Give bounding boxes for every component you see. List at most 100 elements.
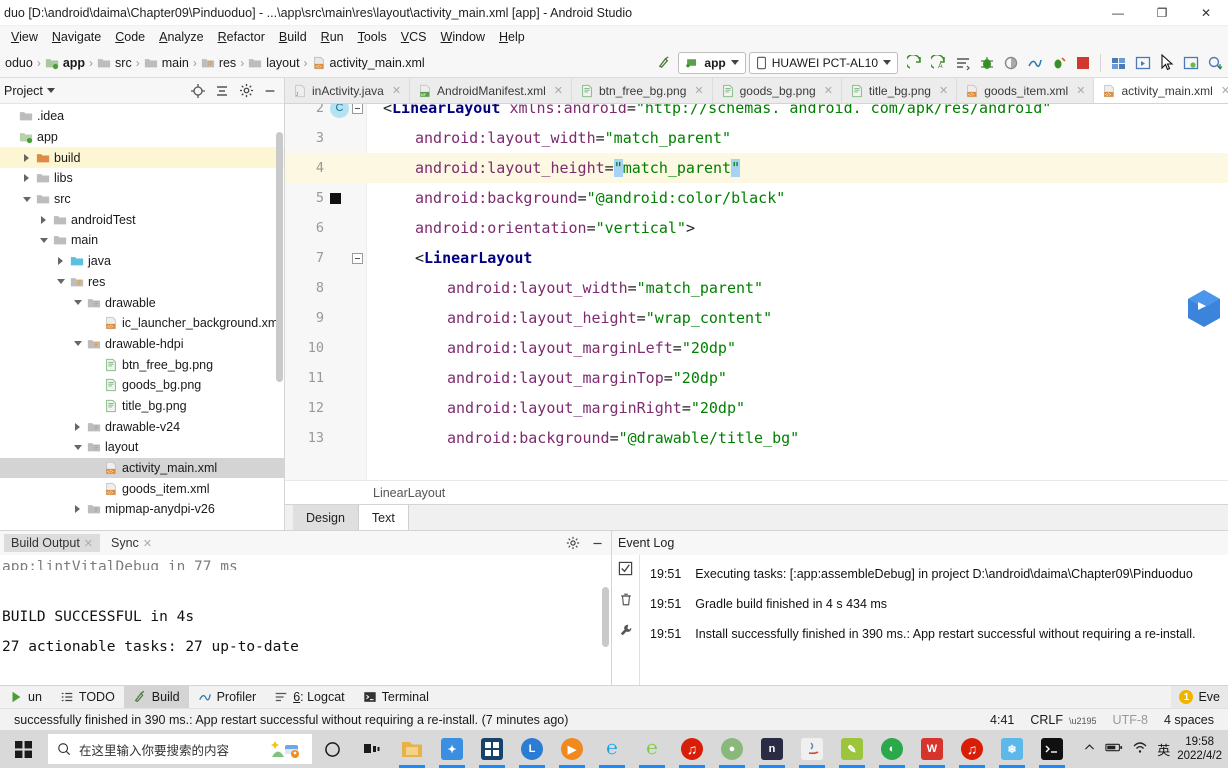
chevron-right-icon[interactable] [72, 421, 83, 432]
menu-item-navigate[interactable]: Navigate [45, 28, 108, 46]
tab-design[interactable]: Design [293, 505, 359, 530]
taskbar-picture-app-icon[interactable]: ❄ [992, 730, 1032, 768]
taskbar-file-explorer-icon[interactable] [392, 730, 432, 768]
editor-tab-goods-bg-png[interactable]: goods_bg.png ✕ [712, 78, 842, 103]
code-line-6[interactable]: android:orientation="vertical"> [367, 213, 1228, 243]
close-icon[interactable]: ✕ [1076, 84, 1085, 97]
tree-item-libs[interactable]: libs [0, 168, 284, 189]
chevron-right-icon[interactable] [55, 256, 66, 267]
editor-tab-title-bg-png[interactable]: title_bg.png ✕ [841, 78, 958, 103]
tool-window-profiler[interactable]: Profiler [189, 686, 266, 709]
make-project-icon[interactable] [654, 52, 675, 73]
black-square-icon[interactable] [330, 183, 341, 213]
tree-item-layout[interactable]: layout [0, 437, 284, 458]
taskbar-internet-explorer-icon[interactable]: ℮ [592, 730, 632, 768]
event-log-entries[interactable]: 19:51 Executing tasks: [:app:assembleDebu… [640, 555, 1228, 685]
menu-item-window[interactable]: Window [434, 28, 492, 46]
taskbar-microsoft-store-icon[interactable] [472, 730, 512, 768]
menu-item-tools[interactable]: Tools [351, 28, 394, 46]
breadcrumb-layout[interactable]: layout [245, 56, 302, 70]
settings-icon[interactable] [563, 533, 583, 553]
chevron-right-icon[interactable] [38, 214, 49, 225]
close-button[interactable]: ✕ [1184, 0, 1228, 26]
stop-icon[interactable] [1072, 52, 1093, 73]
battery-icon[interactable] [1105, 741, 1123, 757]
breadcrumb-src[interactable]: src [94, 56, 135, 70]
event-log-entry[interactable]: 19:51 Executing tasks: [:app:assembleDebu… [640, 559, 1228, 589]
bookmark-c-icon[interactable]: C [330, 104, 349, 123]
trash-icon[interactable] [619, 592, 633, 610]
layout-inspector-icon[interactable] [1108, 52, 1129, 73]
tree-item--idea[interactable]: .idea [0, 106, 284, 127]
chevron-right-icon[interactable] [21, 173, 32, 184]
ime-english-icon[interactable]: 英 [1157, 740, 1170, 759]
editor-tab-androidmanifest-xml[interactable]: MF AndroidManifest.xml ✕ [410, 78, 572, 103]
start-button[interactable] [0, 730, 46, 768]
code-line-8[interactable]: android:layout_width="match_parent" [367, 273, 1228, 303]
mark-read-icon[interactable] [618, 561, 633, 579]
taskbar-android-studio-icon[interactable]: ● [712, 730, 752, 768]
chevron-down-icon[interactable] [46, 88, 55, 93]
search-everywhere-icon[interactable] [1204, 52, 1225, 73]
breadcrumb-oduo[interactable]: oduo [2, 56, 36, 70]
code-text-area[interactable]: <LinearLayout xmlns:android="http://sche… [367, 104, 1228, 480]
build-output-text[interactable]: app:lintVitalDebug in 77 ms BUILD SUCCES… [0, 555, 611, 685]
project-panel-title[interactable]: Project [4, 84, 43, 98]
chevron-down-icon[interactable] [72, 297, 83, 308]
taskbar-browser-360-icon[interactable]: ℮ [632, 730, 672, 768]
taskbar-wps-office-icon[interactable]: W [912, 730, 952, 768]
editor-tab-btn-free-bg-png[interactable]: btn_free_bg.png ✕ [571, 78, 713, 103]
code-editor[interactable]: 2 C 3 4 5 6 7 8 9 10 11 12 13 <LinearLayout xmlns:an… [285, 104, 1228, 480]
menu-item-run[interactable]: Run [314, 28, 351, 46]
android-preview-widget-icon[interactable] [1184, 284, 1224, 346]
chevron-down-icon[interactable] [72, 338, 83, 349]
tree-item-app[interactable]: app [0, 127, 284, 148]
run-configuration-selector[interactable]: app [678, 51, 746, 74]
breadcrumb-res[interactable]: res [198, 56, 239, 70]
device-selector[interactable]: HUAWEI PCT-AL10 [748, 51, 898, 74]
taskbar-command-prompt-icon[interactable] [1032, 730, 1072, 768]
tool-window-un[interactable]: un [0, 686, 51, 709]
indent-setting[interactable]: 4 spaces [1156, 713, 1222, 727]
tree-item-build[interactable]: build [0, 147, 284, 169]
profiler-icon[interactable] [1024, 52, 1045, 73]
breadcrumb-activity-main-xml[interactable]: </> activity_main.xml [309, 56, 428, 70]
line-separator[interactable]: CRLF \u2195 [1022, 713, 1104, 727]
code-line-12[interactable]: android:layout_marginRight="20dp" [367, 393, 1228, 423]
tree-item-res[interactable]: res [0, 272, 284, 293]
taskbar-wechat-dev-icon[interactable]: ✦ [432, 730, 472, 768]
chevron-down-icon[interactable] [38, 235, 49, 246]
chevron-right-icon[interactable] [72, 504, 83, 515]
tree-item-src[interactable]: src [0, 189, 284, 210]
build-tab-build-output[interactable]: Build Output ✕ [4, 534, 101, 552]
chevron-up-icon[interactable] [1083, 741, 1096, 757]
menu-item-view[interactable]: View [4, 28, 45, 46]
tree-item-androidtest[interactable]: androidTest [0, 209, 284, 230]
code-line-13[interactable]: android:background="@drawable/title_bg" [367, 423, 1228, 453]
device-file-explorer-icon[interactable] [1132, 52, 1153, 73]
taskbar-notepad-plus-icon[interactable]: ✎ [832, 730, 872, 768]
taskbar-clock[interactable]: 19:58 2022/4/2 [1177, 735, 1228, 763]
chevron-down-icon[interactable] [55, 276, 66, 287]
fold-minus-icon[interactable] [352, 243, 363, 273]
tree-item-title-bg-png[interactable]: title_bg.png [0, 396, 284, 417]
close-icon[interactable]: ✕ [1221, 84, 1228, 97]
build-tab-sync[interactable]: Sync ✕ [104, 534, 159, 552]
settings-wrench-icon[interactable] [618, 623, 633, 641]
taskbar-netease-music-2-icon[interactable]: ♫ [952, 730, 992, 768]
taskbar-netease-music-icon[interactable]: ♫ [672, 730, 712, 768]
attach-debugger-icon[interactable] [1000, 52, 1021, 73]
editor-tab-goods-item-xml[interactable]: </> goods_item.xml ✕ [957, 78, 1095, 103]
fold-minus-icon[interactable] [352, 104, 363, 123]
code-line-7[interactable]: <LinearLayout [367, 243, 1228, 273]
chevron-down-icon[interactable] [72, 442, 83, 453]
breadcrumb-main[interactable]: main [141, 56, 192, 70]
menu-item-analyze[interactable]: Analyze [152, 28, 210, 46]
apply-changes-icon[interactable]: A [928, 52, 949, 73]
event-log-status-button[interactable]: 1 Eve [1171, 685, 1228, 709]
build-output-scrollbar[interactable] [602, 587, 609, 647]
tree-item-drawable[interactable]: drawable [0, 292, 284, 313]
editor-tab-activity-main-xml[interactable]: </> activity_main.xml ✕ [1094, 78, 1228, 103]
close-icon[interactable]: ✕ [939, 84, 948, 97]
close-icon[interactable]: ✕ [143, 537, 152, 550]
